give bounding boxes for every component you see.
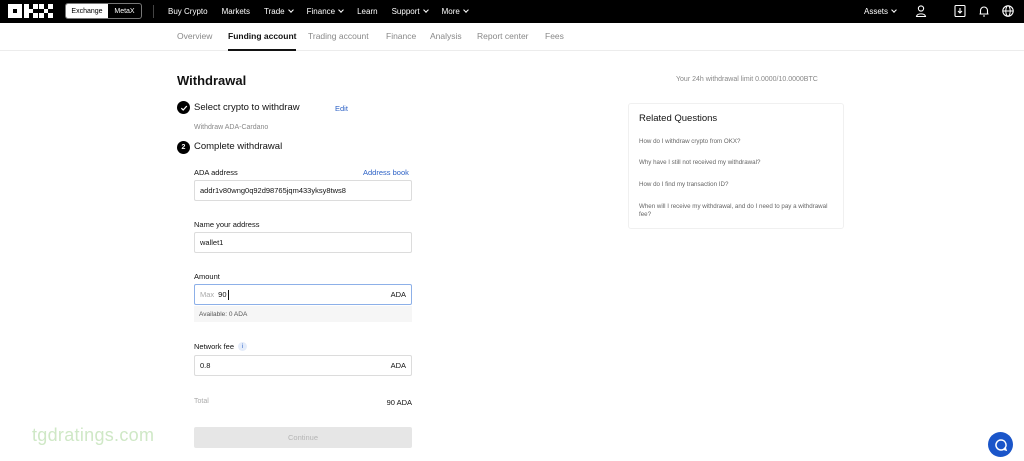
- amount-max-button[interactable]: Max: [200, 290, 214, 299]
- nav-item-label: Finance: [306, 7, 336, 16]
- withdrawal-limit-value: 0.0000/10.0000BTC: [755, 76, 818, 83]
- withdrawal-limit-label: Your 24h withdrawal limit: [676, 76, 754, 83]
- address-value: addr1v80wng0q92d98765jqm433yksy8tws8: [200, 186, 346, 195]
- address-input[interactable]: addr1v80wng0q92d98765jqm433yksy8tws8: [194, 180, 412, 201]
- nav-item-label: Support: [391, 7, 420, 16]
- assets-label: Assets: [864, 7, 889, 16]
- related-questions-panel: Related Questions How do I withdraw cryp…: [628, 103, 844, 229]
- available-balance: Available: 0 ADA: [194, 306, 412, 322]
- related-question-link[interactable]: How do I withdraw crypto from OKX?: [639, 138, 834, 146]
- network-fee-value: 0.8: [200, 361, 211, 370]
- withdrawal-limit: Your 24h withdrawal limit 0.0000/10.0000…: [676, 76, 818, 83]
- chevron-down-icon: [463, 7, 469, 13]
- nav-menu: Buy Crypto Markets Trade Finance Learn Suppor…: [168, 0, 482, 23]
- network-fee-label-row: Network fee i: [194, 342, 248, 351]
- okx-logo[interactable]: [8, 4, 53, 18]
- address-name-input[interactable]: wallet1: [194, 232, 412, 253]
- nav-divider: [153, 5, 154, 18]
- step1-label: Select crypto to withdraw: [194, 102, 300, 113]
- text-caret: [227, 289, 229, 300]
- watermark: tgdratings.com: [32, 425, 155, 445]
- tab-funding-account[interactable]: Funding account: [228, 31, 297, 51]
- nav-item-markets[interactable]: Markets: [222, 7, 250, 16]
- nav-item-trade[interactable]: Trade: [264, 7, 294, 16]
- amount-unit: ADA: [390, 290, 406, 299]
- related-questions-title: Related Questions: [639, 113, 718, 124]
- exchange-metax-switch[interactable]: Exchange MetaX: [65, 3, 142, 19]
- related-question-link[interactable]: When will I receive my withdrawal, and d…: [639, 203, 834, 219]
- page-title: Withdrawal: [177, 73, 247, 88]
- address-label: ADA address: [194, 168, 238, 177]
- network-fee-label: Network fee: [194, 342, 235, 351]
- globe-icon[interactable]: [1001, 4, 1015, 18]
- assets-menu[interactable]: Assets: [864, 0, 897, 23]
- switch-metax[interactable]: MetaX: [108, 4, 141, 18]
- tab-trading-account[interactable]: Trading account: [308, 31, 369, 41]
- selected-crypto-note: Withdraw ADA-Cardano: [194, 124, 269, 131]
- network-fee-unit: ADA: [390, 361, 406, 370]
- tab-report-center[interactable]: Report center: [477, 31, 529, 41]
- top-navbar: Exchange MetaX Buy Crypto Markets Trade Fin…: [0, 0, 1024, 23]
- network-fee-input[interactable]: 0.8 ADA: [194, 355, 412, 376]
- nav-item-learn[interactable]: Learn: [357, 7, 377, 16]
- tab-finance[interactable]: Finance: [386, 31, 416, 41]
- chevron-down-icon: [422, 7, 429, 13]
- nav-item-support[interactable]: Support: [391, 7, 429, 16]
- switch-exchange[interactable]: Exchange: [66, 4, 108, 18]
- nav-item-more[interactable]: More: [441, 7, 469, 16]
- step2-label: Complete withdrawal: [194, 141, 283, 152]
- chevron-down-icon: [338, 7, 344, 13]
- chevron-down-icon: [891, 7, 897, 13]
- info-icon[interactable]: i: [238, 342, 248, 351]
- related-question-link[interactable]: Why have I still not received my withdra…: [639, 159, 834, 167]
- address-name-value: wallet1: [200, 238, 224, 247]
- nav-item-finance[interactable]: Finance: [306, 7, 344, 16]
- total-label: Total: [194, 398, 209, 405]
- edit-crypto-link[interactable]: Edit: [335, 104, 348, 113]
- total-value: 90 ADA: [386, 398, 412, 407]
- chat-icon: [994, 438, 1007, 451]
- continue-button[interactable]: Continue: [194, 427, 412, 448]
- address-name-label: Name your address: [194, 220, 260, 229]
- amount-value: 90: [218, 290, 227, 299]
- download-icon[interactable]: [953, 4, 967, 18]
- amount-label: Amount: [194, 272, 220, 281]
- amount-input[interactable]: Max 90 ADA: [194, 284, 412, 305]
- check-icon: [177, 101, 190, 114]
- user-icon[interactable]: [914, 4, 928, 18]
- address-book-link[interactable]: Address book: [363, 168, 409, 177]
- tab-analysis[interactable]: Analysis: [430, 31, 462, 41]
- chevron-down-icon: [287, 7, 294, 13]
- nav-item-label: More: [441, 7, 460, 16]
- bell-icon[interactable]: [977, 4, 991, 18]
- nav-item-label: Buy Crypto: [168, 7, 208, 16]
- support-chat-button[interactable]: [988, 432, 1013, 457]
- tab-overview[interactable]: Overview: [177, 31, 212, 41]
- nav-item-label: Learn: [357, 7, 378, 16]
- nav-item-label: Markets: [221, 7, 251, 16]
- nav-item-label: Trade: [264, 7, 285, 16]
- related-question-link[interactable]: How do I find my transaction ID?: [639, 181, 834, 189]
- nav-item-buy-crypto[interactable]: Buy Crypto: [168, 7, 208, 16]
- account-subnav: Overview Funding account Trading account…: [0, 23, 1024, 51]
- tab-fees[interactable]: Fees: [545, 31, 564, 41]
- step2-number: 2: [177, 141, 190, 154]
